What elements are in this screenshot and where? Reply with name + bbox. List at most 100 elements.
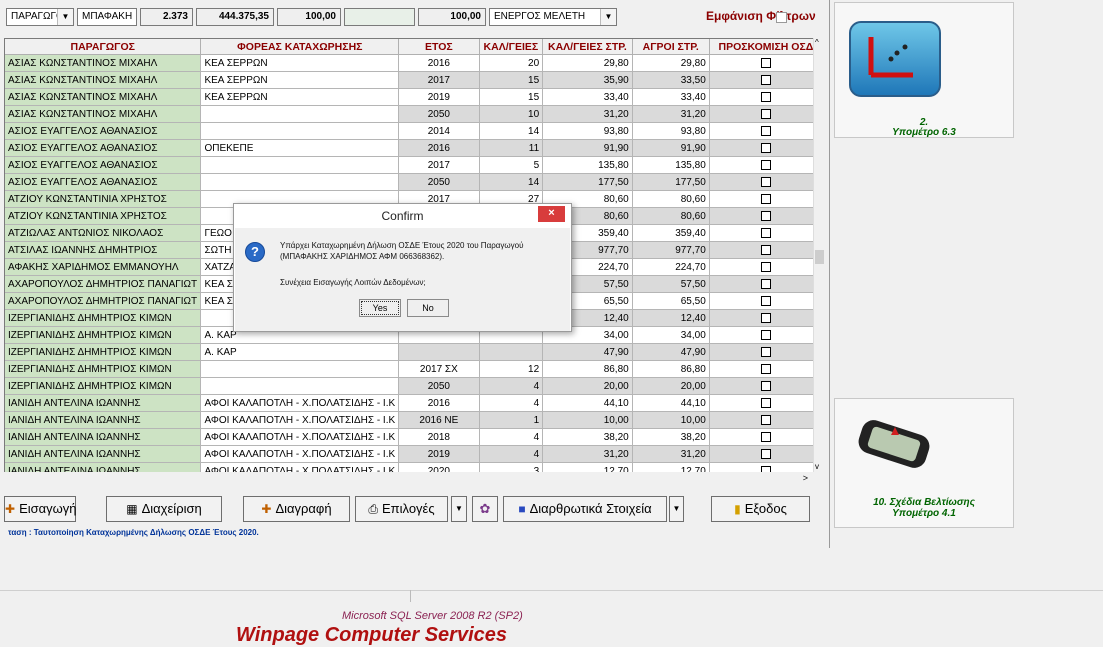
table-cell[interactable]: 4 bbox=[479, 428, 544, 446]
table-cell[interactable]: 135,80 bbox=[632, 156, 710, 174]
table-cell[interactable]: 5 bbox=[479, 156, 544, 174]
table-row[interactable]: ΑΣΙΑΣ ΚΩΝΣΤΑΝΤΙΝΟΣ ΜΙΧΑΗΛ ΚΕΑ ΣΕΡΡΩΝ 2019 1… bbox=[5, 88, 823, 106]
col-header-fields-area[interactable]: ΑΓΡΟΙ ΣΤΡ. bbox=[632, 39, 710, 55]
table-cell[interactable] bbox=[200, 377, 400, 395]
osde-checkbox-cell[interactable] bbox=[709, 309, 823, 327]
table-cell[interactable]: 2016 bbox=[398, 139, 480, 157]
filter-type-combo[interactable]: ΠΑΡΑΓΩΓΟ ▼ bbox=[6, 8, 74, 26]
table-cell[interactable]: ΙΑΝΙΔΗ ΑΝΤΕΛΙΝΑ ΙΩΑΝΝΗΣ bbox=[5, 411, 202, 429]
table-row[interactable]: ΑΣΙΟΣ ΕΥΑΓΓΕΛΟΣ ΑΘΑΝΑΣΙΟΣ 2017 5 135,80 135,… bbox=[5, 156, 823, 174]
table-cell[interactable]: ΚΕΑ ΣΕΡΡΩΝ bbox=[200, 54, 400, 72]
osde-checkbox[interactable] bbox=[760, 193, 771, 204]
table-cell[interactable]: 38,20 bbox=[542, 428, 633, 446]
scroll-down-icon[interactable]: v bbox=[815, 462, 819, 471]
table-cell[interactable]: 29,80 bbox=[542, 54, 633, 72]
col-header-agency[interactable]: ΦΟΡΕΑΣ ΚΑΤΑΧΩΡΗΣΗΣ bbox=[200, 39, 400, 55]
table-cell[interactable]: 10,00 bbox=[632, 411, 710, 429]
structural-data-button[interactable]: ■ Διαρθρωτικά Στοιχεία bbox=[503, 496, 667, 522]
table-cell[interactable]: 2016 ΝΕ bbox=[398, 411, 480, 429]
table-cell[interactable]: 93,80 bbox=[542, 122, 633, 140]
table-cell[interactable]: ΙΑΝΙΔΗ ΑΝΤΕΛΙΝΑ ΙΩΑΝΝΗΣ bbox=[5, 445, 202, 463]
table-row[interactable]: ΙΑΝΙΔΗ ΑΝΤΕΛΙΝΑ ΙΩΑΝΝΗΣ ΑΦΟΙ ΚΑΛΑΠΟΤΛΗ - … bbox=[5, 411, 823, 429]
table-row[interactable]: ΑΣΙΟΣ ΕΥΑΓΓΕΛΟΣ ΑΘΑΝΑΣΙΟΣ 2014 14 93,80 93,8… bbox=[5, 122, 823, 140]
table-row[interactable]: ΙΑΝΙΔΗ ΑΝΤΕΛΙΝΑ ΙΩΑΝΝΗΣ ΑΦΟΙ ΚΑΛΑΠΟΤΛΗ - … bbox=[5, 445, 823, 463]
table-cell[interactable]: 31,20 bbox=[542, 105, 633, 123]
table-cell[interactable] bbox=[398, 343, 480, 361]
yes-button[interactable]: Yes bbox=[359, 299, 401, 317]
table-cell[interactable]: ΑΣΙΟΣ ΕΥΑΓΓΕΛΟΣ ΑΘΑΝΑΣΙΟΣ bbox=[5, 139, 202, 157]
table-cell[interactable]: 2016 bbox=[398, 394, 480, 412]
scroll-thumb[interactable] bbox=[815, 250, 824, 264]
table-cell[interactable]: ΙΖΕΡΓΙΑΝΙΔΗΣ ΔΗΜΗΤΡΙΟΣ ΚΙΜΩΝ bbox=[5, 377, 202, 395]
osde-checkbox[interactable] bbox=[760, 125, 771, 136]
table-cell[interactable] bbox=[200, 173, 400, 191]
delete-button[interactable]: ✚ Διαγραφή bbox=[243, 496, 350, 522]
table-cell[interactable]: 177,50 bbox=[632, 173, 710, 191]
table-cell[interactable]: ΙΖΕΡΓΙΑΝΙΔΗΣ ΔΗΜΗΤΡΙΟΣ ΚΙΜΩΝ bbox=[5, 326, 202, 344]
osde-checkbox-cell[interactable] bbox=[709, 241, 823, 259]
osde-checkbox[interactable] bbox=[760, 227, 771, 238]
table-cell[interactable]: 2016 bbox=[398, 54, 480, 72]
table-cell[interactable]: ΚΕΑ ΣΕΡΡΩΝ bbox=[200, 71, 400, 89]
osde-checkbox[interactable] bbox=[760, 244, 771, 255]
table-cell[interactable]: 12 bbox=[479, 360, 544, 378]
insert-button[interactable]: ✚ Εισαγωγή bbox=[4, 496, 77, 522]
table-cell[interactable]: 14 bbox=[479, 122, 544, 140]
table-cell[interactable]: ΑΦΟΙ ΚΑΛΑΠΟΤΛΗ - Χ.ΠΟΛΑΤΣΙΔΗΣ - Ι.Κ bbox=[200, 445, 400, 463]
table-cell[interactable] bbox=[479, 343, 544, 361]
osde-checkbox-cell[interactable] bbox=[709, 343, 823, 361]
osde-checkbox-cell[interactable] bbox=[709, 326, 823, 344]
table-cell[interactable]: 33,40 bbox=[632, 88, 710, 106]
table-cell[interactable]: ΑΧΑΡΟΠΟΥΛΟΣ ΔΗΜΗΤΡΙΟΣ ΠΑΝΑΓΙΩΤ bbox=[5, 275, 202, 293]
table-row[interactable]: ΙΖΕΡΓΙΑΝΙΔΗΣ ΔΗΜΗΤΡΙΟΣ ΚΙΜΩΝ 2050 4 20,00 20… bbox=[5, 377, 823, 395]
table-cell[interactable]: 2017 bbox=[398, 71, 480, 89]
options-dropdown[interactable]: ▼ bbox=[451, 496, 467, 522]
table-cell[interactable]: 34,00 bbox=[632, 326, 710, 344]
table-cell[interactable]: 31,20 bbox=[542, 445, 633, 463]
table-cell[interactable]: 91,90 bbox=[542, 139, 633, 157]
table-cell[interactable]: 65,50 bbox=[632, 292, 710, 310]
osde-checkbox[interactable] bbox=[760, 329, 771, 340]
osde-checkbox[interactable] bbox=[760, 346, 771, 357]
table-cell[interactable]: 10,00 bbox=[542, 411, 633, 429]
table-cell[interactable]: 2017 ΣΧ bbox=[398, 360, 480, 378]
table-cell[interactable] bbox=[200, 105, 400, 123]
osde-checkbox-cell[interactable] bbox=[709, 360, 823, 378]
osde-checkbox-cell[interactable] bbox=[709, 88, 823, 106]
table-cell[interactable]: 15 bbox=[479, 71, 544, 89]
osde-checkbox[interactable] bbox=[760, 176, 771, 187]
osde-checkbox-cell[interactable] bbox=[709, 258, 823, 276]
chevron-down-icon[interactable]: ▼ bbox=[57, 9, 73, 25]
col-header-crops[interactable]: ΚΑΛ/ΓΕΙΕΣ bbox=[479, 39, 544, 55]
osde-checkbox-cell[interactable] bbox=[709, 411, 823, 429]
table-cell[interactable]: 224,70 bbox=[632, 258, 710, 276]
vertical-scrollbar[interactable]: ^ v bbox=[813, 38, 825, 478]
table-cell[interactable]: 11 bbox=[479, 139, 544, 157]
col-header-crops-area[interactable]: ΚΑΛ/ΓΕΙΕΣ ΣΤΡ. bbox=[542, 39, 633, 55]
table-cell[interactable]: 91,90 bbox=[632, 139, 710, 157]
table-row[interactable]: ΑΣΙΟΣ ΕΥΑΓΓΕΛΟΣ ΑΘΑΝΑΣΙΟΣ ΟΠΕΚΕΠΕ 2016 11 91… bbox=[5, 139, 823, 157]
osde-checkbox[interactable] bbox=[760, 448, 771, 459]
table-row[interactable]: ΙΖΕΡΓΙΑΝΙΔΗΣ ΔΗΜΗΤΡΙΟΣ ΚΙΜΩΝ 2017 ΣΧ 12 86,… bbox=[5, 360, 823, 378]
osde-checkbox[interactable] bbox=[760, 210, 771, 221]
table-cell[interactable]: 86,80 bbox=[632, 360, 710, 378]
horizontal-scrollbar[interactable]: > bbox=[4, 472, 824, 486]
osde-checkbox[interactable] bbox=[760, 142, 771, 153]
table-cell[interactable]: 1 bbox=[479, 411, 544, 429]
osde-checkbox-cell[interactable] bbox=[709, 105, 823, 123]
table-cell[interactable]: 80,60 bbox=[632, 207, 710, 225]
table-cell[interactable]: ΑΣΙΟΣ ΕΥΑΓΓΕΛΟΣ ΑΘΑΝΑΣΙΟΣ bbox=[5, 156, 202, 174]
osde-checkbox-cell[interactable] bbox=[709, 207, 823, 225]
table-cell[interactable]: ΑΣΙΑΣ ΚΩΝΣΤΑΝΤΙΝΟΣ ΜΙΧΑΗΛ bbox=[5, 71, 202, 89]
osde-checkbox-cell[interactable] bbox=[709, 275, 823, 293]
table-row[interactable]: ΙΑΝΙΔΗ ΑΝΤΕΛΙΝΑ ΙΩΑΝΝΗΣ ΑΦΟΙ ΚΑΛΑΠΟΤΛΗ - … bbox=[5, 428, 823, 446]
table-cell[interactable]: 44,10 bbox=[542, 394, 633, 412]
osde-checkbox-cell[interactable] bbox=[709, 224, 823, 242]
table-cell[interactable]: 44,10 bbox=[632, 394, 710, 412]
table-cell[interactable]: 47,90 bbox=[632, 343, 710, 361]
table-row[interactable]: ΑΣΙΟΣ ΕΥΑΓΓΕΛΟΣ ΑΘΑΝΑΣΙΟΣ 2050 14 177,50 177… bbox=[5, 173, 823, 191]
table-cell[interactable]: ΑΣΙΑΣ ΚΩΝΣΤΑΝΤΙΝΟΣ ΜΙΧΑΗΛ bbox=[5, 54, 202, 72]
table-cell[interactable]: ΑΣΙΑΣ ΚΩΝΣΤΑΝΤΙΝΟΣ ΜΙΧΑΗΛ bbox=[5, 88, 202, 106]
osde-checkbox[interactable] bbox=[760, 295, 771, 306]
osde-checkbox[interactable] bbox=[760, 74, 771, 85]
